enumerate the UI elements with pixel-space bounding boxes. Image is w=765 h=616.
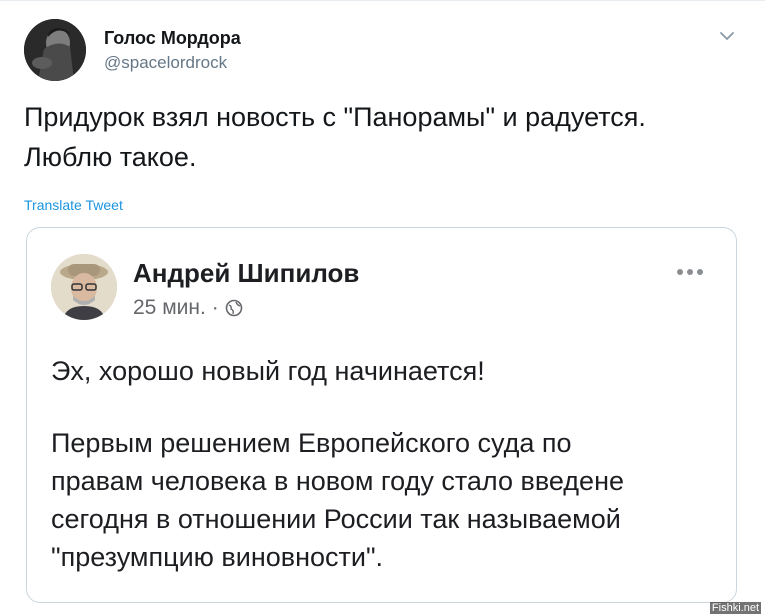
post-time: 25 мин. <box>133 296 206 319</box>
author-handle[interactable]: @spacelordrock <box>104 53 227 73</box>
post-paragraph: Первым решением Европейского суда по пра… <box>51 428 624 572</box>
post-meta: 25 мин. · <box>133 296 243 320</box>
post-body: Эх, хорошо новый год начинается! Первым … <box>51 352 721 602</box>
tweet-card: Голос Мордора @spacelordrock Придурок вз… <box>0 0 765 616</box>
person-photo-icon <box>51 254 117 320</box>
meta-separator: · <box>211 296 219 319</box>
author-avatar[interactable] <box>24 19 86 81</box>
author-name[interactable]: Голос Мордора <box>104 28 241 49</box>
post-author-avatar <box>51 254 117 320</box>
avatar-photo-icon <box>24 19 86 81</box>
more-dots-icon <box>675 264 705 282</box>
embedded-post-image[interactable]: Андрей Шипилов 25 мин. · Эх, хорошо новы… <box>26 227 737 603</box>
tweet-text: Придурок взял новость с "Панорамы" и рад… <box>24 102 646 172</box>
translate-tweet-link[interactable]: Translate Tweet <box>24 197 123 213</box>
post-author-name: Андрей Шипилов <box>133 258 360 288</box>
watermark: Fishki.net <box>709 602 761 614</box>
globe-icon <box>225 299 243 317</box>
post-paragraph: Эх, хорошо новый год начинается! <box>51 356 485 386</box>
chevron-down-icon[interactable] <box>716 25 738 47</box>
